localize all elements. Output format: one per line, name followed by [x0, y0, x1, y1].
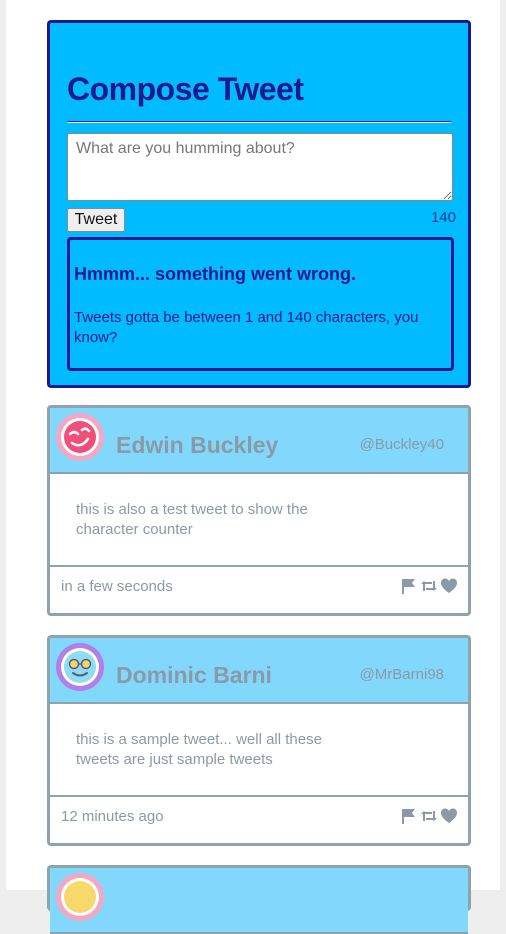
character-counter: 140 — [430, 209, 456, 226]
heart-icon[interactable] — [440, 807, 458, 825]
tweet-body: this is also a test tweet to show the ch… — [50, 474, 468, 567]
tweet-button[interactable]: Tweet — [67, 208, 125, 232]
compose-divider — [67, 121, 451, 123]
tweet-text: this is a sample tweet... well all these… — [76, 731, 322, 768]
tweet-author-handle: @MrBarni98 — [359, 666, 444, 683]
avatar-icon — [55, 872, 105, 922]
tweet-actions — [400, 577, 458, 595]
glasses-face-avatar-icon — [55, 642, 105, 692]
tweet-timestamp: 12 minutes ago — [61, 808, 164, 825]
tweet-card — [47, 865, 471, 934]
retweet-icon[interactable] — [420, 577, 438, 595]
tweet-actions — [400, 807, 458, 825]
tweet-body: this is a sample tweet... well all these… — [50, 704, 468, 797]
tweet-timestamp: in a few seconds — [61, 578, 173, 595]
heart-icon[interactable] — [440, 577, 458, 595]
compose-tweet-panel: Compose Tweet Tweet 140 Hmmm... somethin… — [47, 20, 471, 388]
tweet-author-handle: @Buckley40 — [359, 436, 444, 453]
compose-title: Compose Tweet — [67, 71, 304, 107]
flag-icon[interactable] — [400, 577, 418, 595]
error-message-box: Hmmm... something went wrong. Tweets got… — [67, 237, 454, 371]
pink-face-avatar-icon — [55, 412, 105, 462]
tweet-header — [50, 868, 468, 934]
flag-icon[interactable] — [400, 807, 418, 825]
error-message: Tweets gotta be between 1 and 140 charac… — [74, 309, 419, 346]
tweet-card: Dominic Barni @MrBarni98 this is a sampl… — [47, 635, 471, 846]
retweet-icon[interactable] — [420, 807, 438, 825]
tweet-input[interactable] — [67, 133, 453, 201]
tweet-author-name: Edwin Buckley — [116, 432, 279, 458]
tweet-header: Dominic Barni @MrBarni98 — [50, 638, 468, 704]
tweet-card: Edwin Buckley @Buckley40 this is also a … — [47, 405, 471, 616]
tweet-author-name: Dominic Barni — [116, 662, 272, 688]
tweet-header: Edwin Buckley @Buckley40 — [50, 408, 468, 474]
error-title: Hmmm... something went wrong. — [74, 264, 357, 284]
tweet-footer: in a few seconds — [50, 567, 468, 613]
page-column: Compose Tweet Tweet 140 Hmmm... somethin… — [6, 0, 500, 934]
tweet-text: this is also a test tweet to show the ch… — [76, 501, 308, 538]
tweet-footer: 12 minutes ago — [50, 797, 468, 843]
